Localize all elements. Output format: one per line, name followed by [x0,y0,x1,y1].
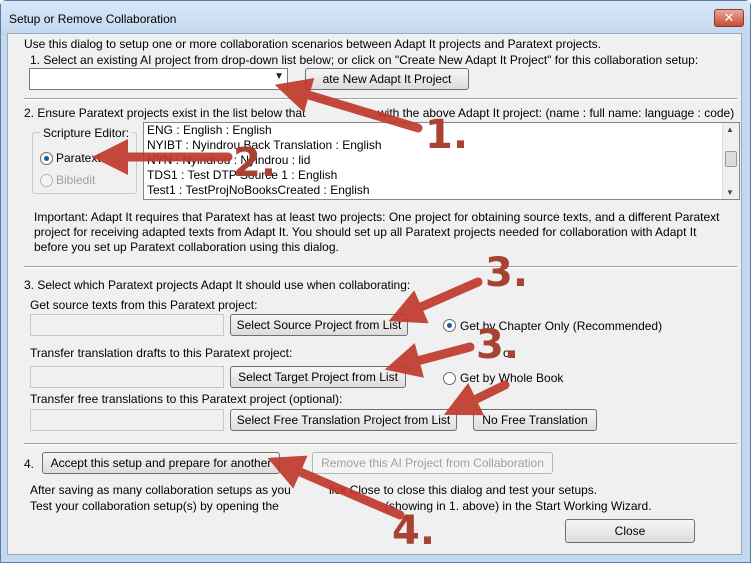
close-button[interactable]: Close [565,519,695,543]
annotation-label-2: 2. [233,140,277,186]
window-title: Setup or Remove Collaboration [9,12,177,26]
test-setup-text-left: Test your collaboration setup(s) by open… [30,499,279,513]
target-label: Transfer translation drafts to this Para… [30,346,293,360]
annotation-label-3b: 3. [476,322,520,368]
after-saving-text-left: After saving as many collaboration setup… [30,483,291,497]
annotation-label-4: 4. [392,508,436,554]
target-project-field [30,366,224,388]
no-free-translation-button[interactable]: No Free Translation [473,409,597,431]
ai-project-combo[interactable]: ▼ [29,68,288,90]
paratext-radio-label: Paratext [56,151,101,165]
chevron-down-icon: ▼ [274,71,284,82]
annotation-label-3a: 3. [485,250,529,296]
title-bar: Setup or Remove Collaboration ✕ [1,1,750,35]
scroll-up-icon[interactable]: ▲ [726,125,734,134]
important-note: Important: Adapt It requires that Parate… [34,210,720,254]
accept-setup-button[interactable]: Accept this setup and prepare for anothe… [42,452,280,474]
select-target-project-button[interactable]: Select Target Project from List [230,366,406,388]
free-project-field [30,409,224,431]
free-label: Transfer free translations to this Parat… [30,392,343,406]
scroll-thumb[interactable] [725,151,737,167]
separator [24,443,737,445]
window-close-button[interactable]: ✕ [714,9,744,27]
scroll-down-icon[interactable]: ▼ [726,188,734,197]
list-scrollbar[interactable]: ▲ ▼ [722,123,739,199]
step3-label: 3. Select which Paratext projects Adapt … [24,278,411,292]
bibledit-radio-label: Bibledit [56,173,96,187]
scripture-editor-label: Scripture Editor: [40,126,133,140]
annotation-label-1: 1. [425,112,469,158]
intro-text: Use this dialog to setup one or more col… [24,37,601,51]
remove-ai-project-button[interactable]: Remove this AI Project from Collaboratio… [312,452,553,474]
step4-number: 4. [24,457,35,471]
source-project-field [30,314,224,336]
chapter-only-radio[interactable] [443,319,456,332]
separator [24,98,737,100]
select-source-project-button[interactable]: Select Source Project from List [230,314,408,336]
after-saving-text-right: lick Close to close this dialog and test… [329,483,598,497]
whole-book-label: Get by Whole Book [460,371,564,385]
step2-label-left: 2. Ensure Paratext projects exist in the… [24,106,306,120]
step1-label: 1. Select an existing AI project from dr… [30,53,699,67]
create-new-project-button[interactable]: ate New Adapt It Project [305,68,469,90]
bibledit-radio[interactable] [40,174,53,187]
separator [24,266,737,268]
source-label: Get source texts from this Paratext proj… [30,298,258,312]
paratext-radio[interactable] [40,152,53,165]
select-free-translation-button[interactable]: Select Free Translation Project from Lis… [230,409,457,431]
whole-book-radio[interactable] [443,372,456,385]
